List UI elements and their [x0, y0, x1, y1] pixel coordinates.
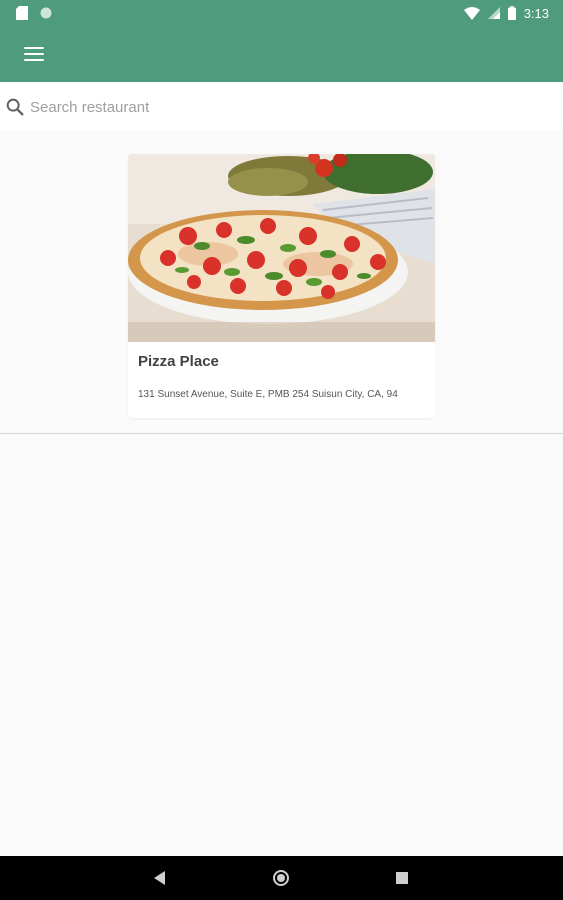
home-icon[interactable] [272, 869, 290, 887]
circle-notification-icon [40, 7, 52, 19]
wifi-icon [463, 6, 480, 20]
hamburger-menu-icon[interactable] [24, 47, 44, 61]
search-bar [0, 84, 563, 130]
restaurant-card[interactable]: Pizza Place 131 Sunset Avenue, Suite E, … [128, 154, 435, 418]
status-time: 3:13 [523, 5, 549, 21]
restaurant-address: 131 Sunset Avenue, Suite E, PMB 254 Suis… [138, 389, 398, 400]
list-divider [0, 433, 563, 434]
battery-icon [507, 6, 516, 20]
back-icon[interactable] [154, 871, 166, 885]
signal-icon [487, 7, 500, 19]
system-nav-bar [0, 856, 563, 900]
recents-icon[interactable] [396, 872, 408, 884]
restaurant-image [128, 154, 435, 342]
restaurant-name: Pizza Place [138, 353, 219, 370]
status-right: 3:13 [463, 5, 549, 21]
status-bar: 3:13 [0, 0, 563, 26]
app-bar [0, 26, 563, 82]
search-input[interactable] [30, 92, 530, 122]
status-left [16, 6, 52, 20]
search-icon [6, 98, 24, 116]
sd-card-icon [16, 6, 28, 20]
